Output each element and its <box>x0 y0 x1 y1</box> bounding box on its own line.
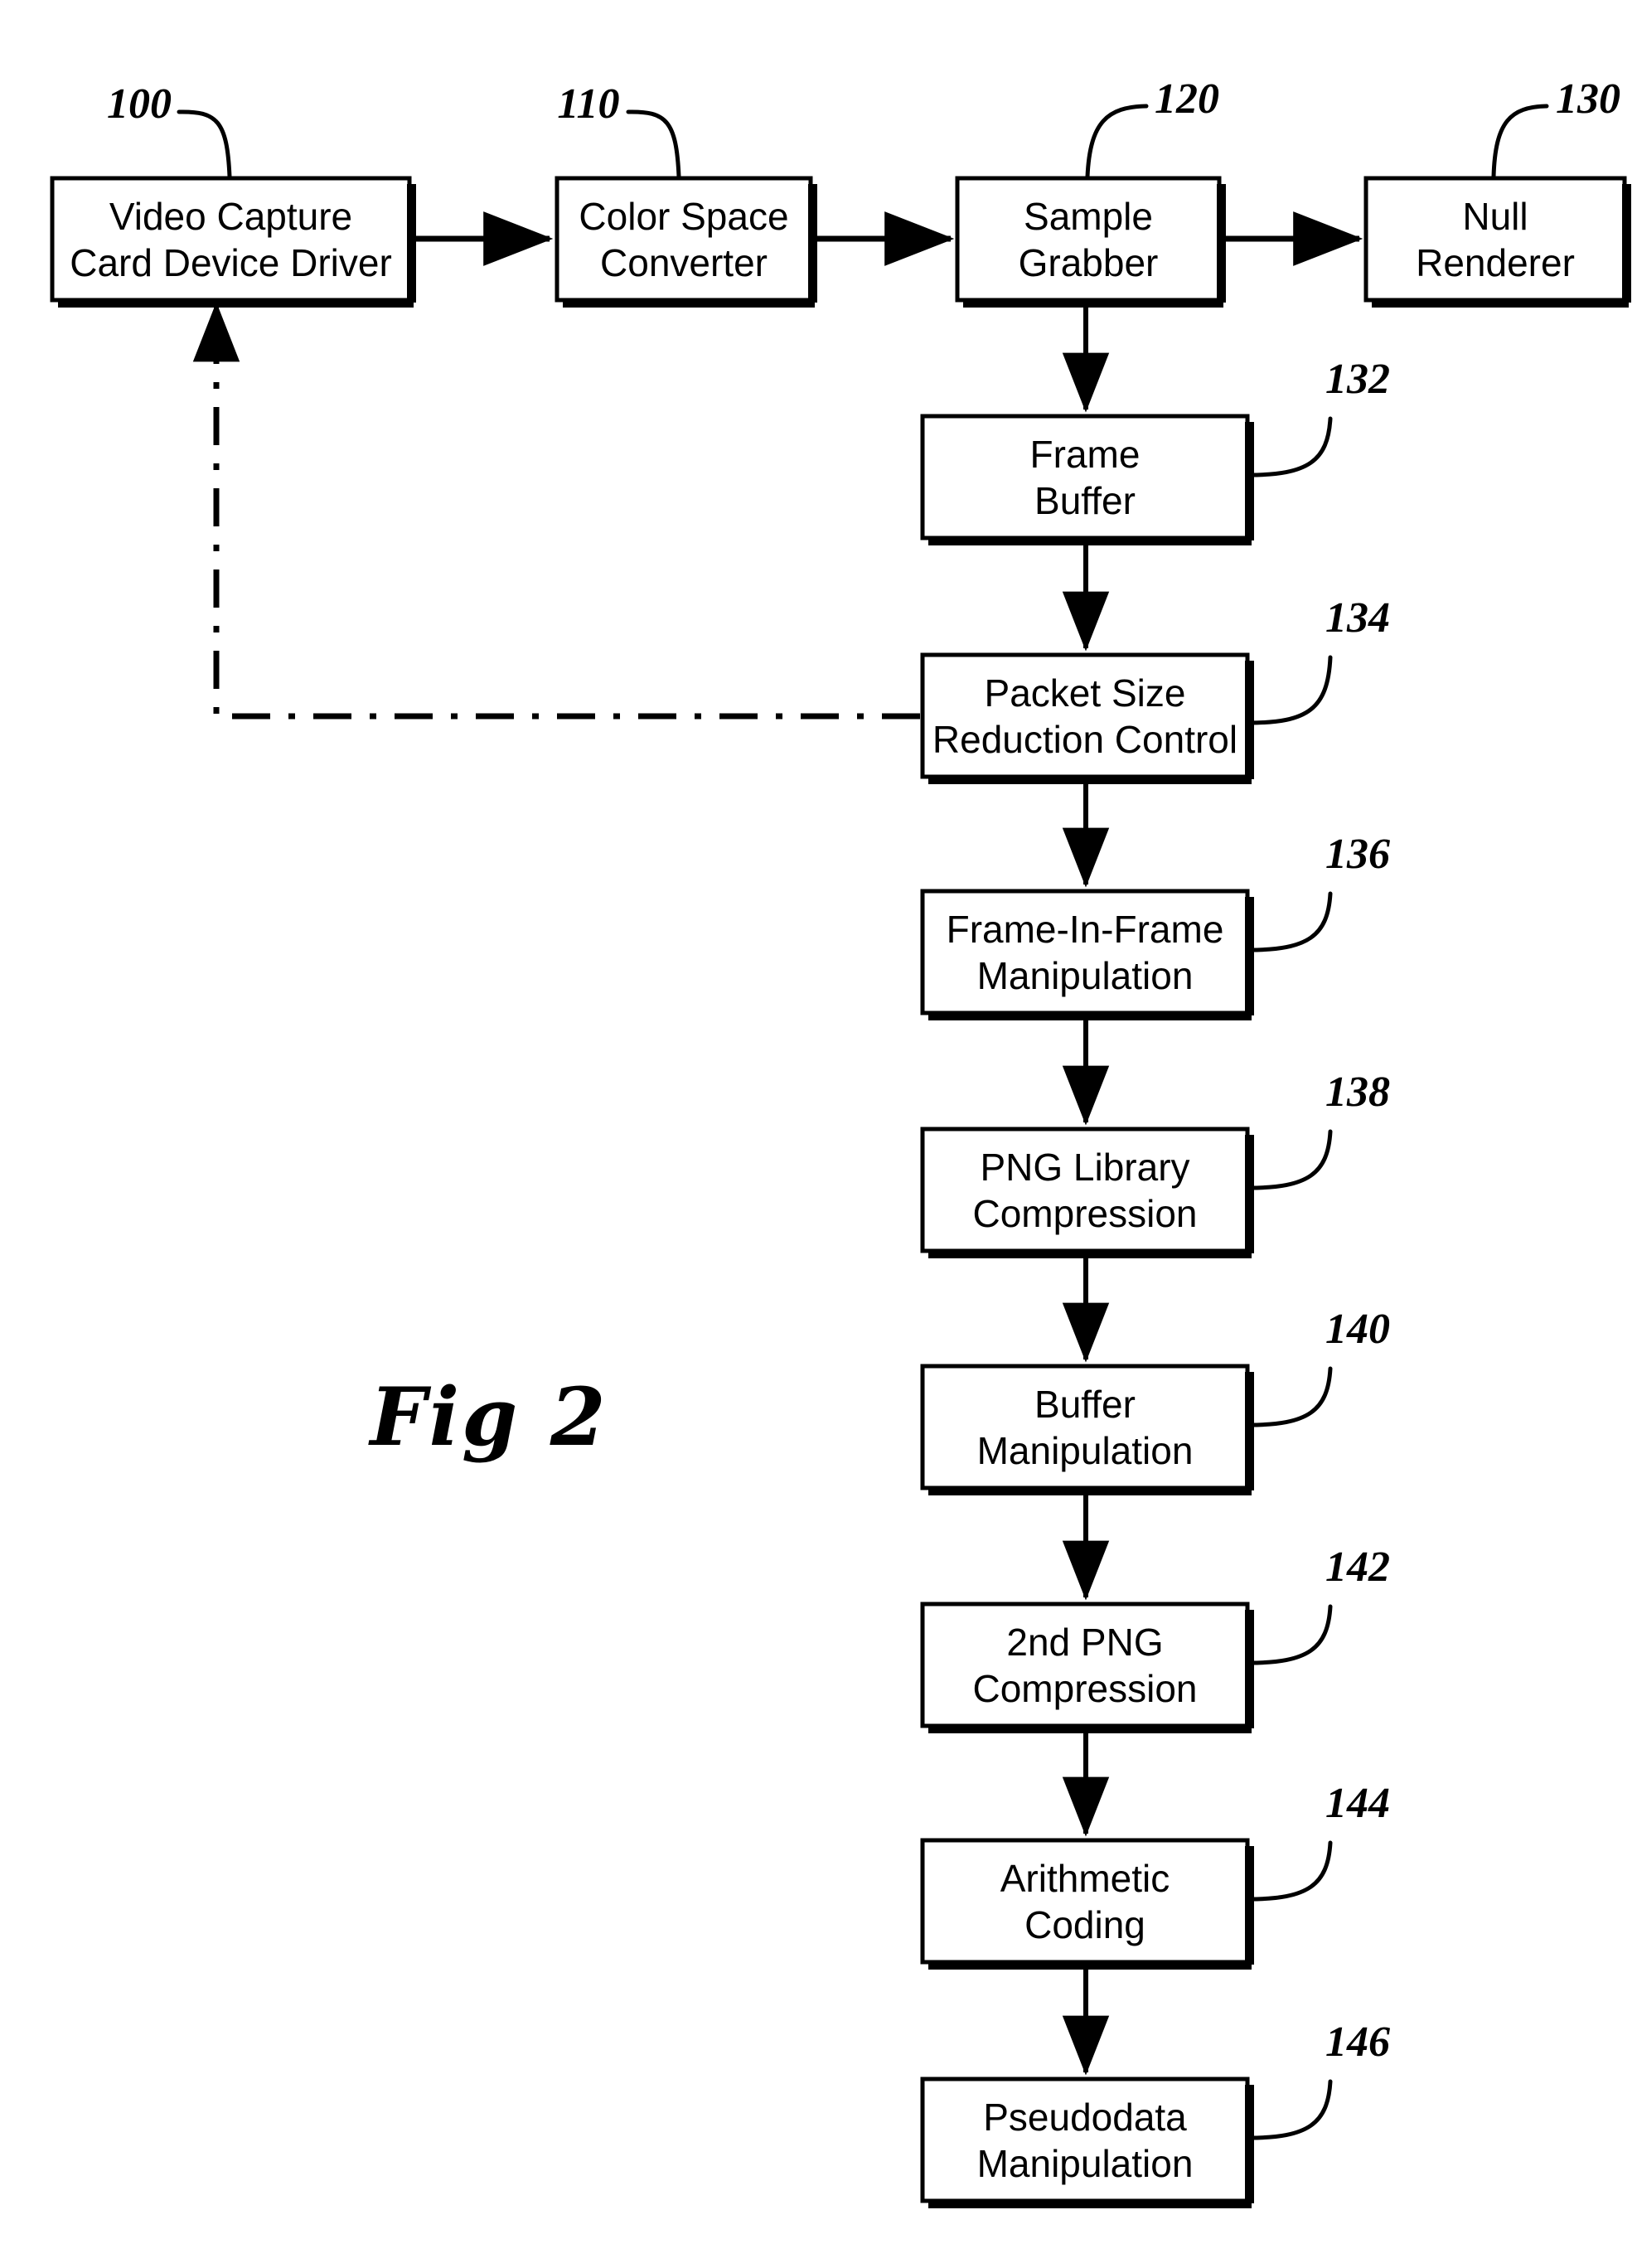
node-packet-size-reduction-control[interactable]: Packet Size Reduction Control <box>920 652 1254 784</box>
node-label-line-1: PNG Library <box>980 1146 1189 1189</box>
ref-number-138: 138 <box>1325 1069 1390 1116</box>
leader-curve-134 <box>1247 655 1333 725</box>
node-frame-buffer[interactable]: Frame Buffer <box>920 414 1254 545</box>
node-label-line-2: Card Device Driver <box>70 241 392 284</box>
node-label-line-1: Frame <box>1030 433 1141 476</box>
ref-number-100: 100 <box>107 80 172 128</box>
node-label-line-1: Null <box>1462 195 1528 238</box>
node-label-line-2: Grabber <box>1019 241 1159 284</box>
ref-number-120: 120 <box>1155 75 1219 123</box>
node-color-space-converter[interactable]: Color Space Converter <box>555 176 817 308</box>
node-label-line-2: Reduction Control <box>932 718 1237 761</box>
figure-drawing: Video Capture Card Device Driver 100 Col… <box>50 75 1631 2208</box>
leader-curve-136 <box>1247 891 1333 952</box>
node-label-line-1: Arithmetic <box>1000 1857 1170 1900</box>
node-label-line-1: Pseudodata <box>983 2096 1187 2139</box>
node-label-line-2: Manipulation <box>977 2142 1194 2185</box>
leader-136: 136 <box>1247 831 1390 952</box>
node-arithmetic-coding[interactable]: Arithmetic Coding <box>920 1838 1254 1970</box>
node-label-line-1: Frame-In-Frame <box>947 908 1224 951</box>
node-label-line-2: Renderer <box>1416 241 1575 284</box>
leader-138: 138 <box>1247 1069 1390 1190</box>
node-buffer-manipulation[interactable]: Buffer Manipulation <box>920 1364 1254 1495</box>
leader-curve-132 <box>1247 416 1333 477</box>
ref-number-144: 144 <box>1325 1780 1390 1827</box>
node-label-line-2: Buffer <box>1034 479 1136 522</box>
leader-curve-142 <box>1247 1604 1333 1665</box>
ref-number-132: 132 <box>1325 356 1390 403</box>
node-frame-in-frame-manipulation[interactable]: Frame-In-Frame Manipulation <box>920 889 1254 1020</box>
ref-number-130: 130 <box>1556 75 1620 123</box>
leader-142: 142 <box>1247 1544 1390 1665</box>
node-label-line-2: Compression <box>973 1192 1198 1235</box>
leader-curve-146 <box>1247 2079 1333 2140</box>
leader-134: 134 <box>1247 594 1390 725</box>
node-label-line-2: Converter <box>600 241 768 284</box>
node-video-capture-card-device-driver[interactable]: Video Capture Card Device Driver <box>50 176 416 308</box>
node-label-line-2: Compression <box>973 1667 1198 1710</box>
node-pseudodata-manipulation[interactable]: Pseudodata Manipulation <box>920 2077 1254 2208</box>
figure-caption: Fig 2 <box>368 1370 608 1464</box>
leader-curve-144 <box>1247 1840 1333 1902</box>
ref-number-134: 134 <box>1325 594 1390 642</box>
node-label-line-2: Coding <box>1024 1903 1145 1946</box>
leader-132: 132 <box>1247 356 1390 477</box>
leader-144: 144 <box>1247 1780 1390 1902</box>
node-sample-grabber[interactable]: Sample Grabber <box>955 176 1226 308</box>
node-second-png-compression[interactable]: 2nd PNG Compression <box>920 1602 1254 1733</box>
leader-110: 110 <box>557 80 681 179</box>
leader-curve-138 <box>1247 1129 1333 1190</box>
leader-curve-140 <box>1247 1366 1333 1427</box>
node-null-renderer[interactable]: Null Renderer <box>1363 176 1631 308</box>
patent-figure-canvas: Video Capture Card Device Driver 100 Col… <box>0 0 1637 2268</box>
node-label-line-1: Video Capture <box>109 195 352 238</box>
ref-number-146: 146 <box>1325 2018 1390 2066</box>
conn-134-100-feedback-path <box>213 323 920 720</box>
node-label-line-1: Color Space <box>579 195 788 238</box>
node-label-line-1: 2nd PNG <box>1006 1621 1163 1664</box>
ref-number-110: 110 <box>557 80 619 128</box>
ref-number-142: 142 <box>1325 1544 1390 1591</box>
ref-number-136: 136 <box>1325 831 1390 878</box>
leader-curve-110 <box>626 109 681 179</box>
leader-140: 140 <box>1247 1306 1390 1427</box>
leader-130: 130 <box>1491 75 1620 179</box>
leader-146: 146 <box>1247 2018 1390 2140</box>
node-label-line-2: Manipulation <box>977 954 1194 997</box>
node-label-line-1: Buffer <box>1034 1383 1136 1426</box>
leader-100: 100 <box>107 80 232 179</box>
node-png-library-compression[interactable]: PNG Library Compression <box>920 1127 1254 1258</box>
leader-curve-120 <box>1085 104 1149 179</box>
node-label-line-1: Packet Size <box>985 671 1186 715</box>
leader-curve-100 <box>177 109 232 179</box>
leader-120: 120 <box>1085 75 1219 179</box>
leader-curve-130 <box>1491 104 1549 179</box>
node-label-line-2: Manipulation <box>977 1429 1194 1472</box>
ref-number-140: 140 <box>1325 1306 1390 1353</box>
node-label-line-1: Sample <box>1024 195 1153 238</box>
